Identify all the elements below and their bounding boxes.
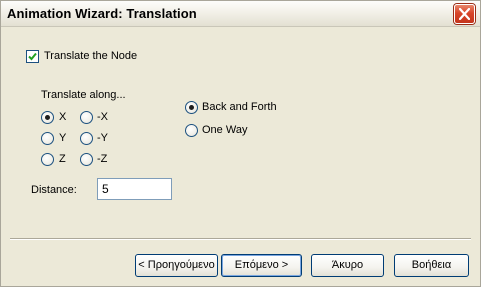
translate-along-label: Translate along... <box>41 89 126 101</box>
radio-neg-z[interactable] <box>80 153 93 166</box>
distance-label: Distance: <box>31 184 77 196</box>
close-icon <box>459 8 470 20</box>
radio-neg-y-label[interactable]: -Y <box>97 132 108 144</box>
radio-z[interactable] <box>41 153 54 166</box>
close-button[interactable] <box>454 4 475 24</box>
radio-neg-y[interactable] <box>80 132 93 145</box>
radio-x[interactable] <box>41 111 54 124</box>
radio-selected-dot <box>45 115 50 120</box>
translate-node-label[interactable]: Translate the Node <box>44 50 137 62</box>
next-button[interactable]: Επόμενο > <box>221 254 302 277</box>
separator <box>10 238 471 240</box>
title-bar[interactable]: Animation Wizard: Translation <box>1 1 480 27</box>
radio-z-label[interactable]: Z <box>59 153 66 165</box>
help-button[interactable]: Βοήθεια <box>394 254 469 277</box>
radio-back-and-forth[interactable] <box>185 101 198 114</box>
cancel-button[interactable]: Άκυρο <box>311 254 384 277</box>
radio-one-way-label[interactable]: One Way <box>202 124 247 136</box>
radio-back-and-forth-label[interactable]: Back and Forth <box>202 101 277 113</box>
radio-y[interactable] <box>41 132 54 145</box>
radio-neg-x-label[interactable]: -X <box>97 111 108 123</box>
window-title: Animation Wizard: Translation <box>7 6 197 21</box>
check-icon <box>28 52 37 61</box>
radio-neg-x[interactable] <box>80 111 93 124</box>
wizard-window: Animation Wizard: Translation Translate … <box>0 0 481 287</box>
radio-neg-z-label[interactable]: -Z <box>97 153 107 165</box>
distance-input[interactable]: 5 <box>97 178 172 200</box>
radio-y-label[interactable]: Y <box>59 132 66 144</box>
radio-selected-dot <box>189 105 194 110</box>
translate-node-checkbox[interactable] <box>26 50 39 63</box>
radio-one-way[interactable] <box>185 124 198 137</box>
radio-x-label[interactable]: X <box>59 111 66 123</box>
back-button[interactable]: < Προηγούμενο <box>135 254 218 277</box>
